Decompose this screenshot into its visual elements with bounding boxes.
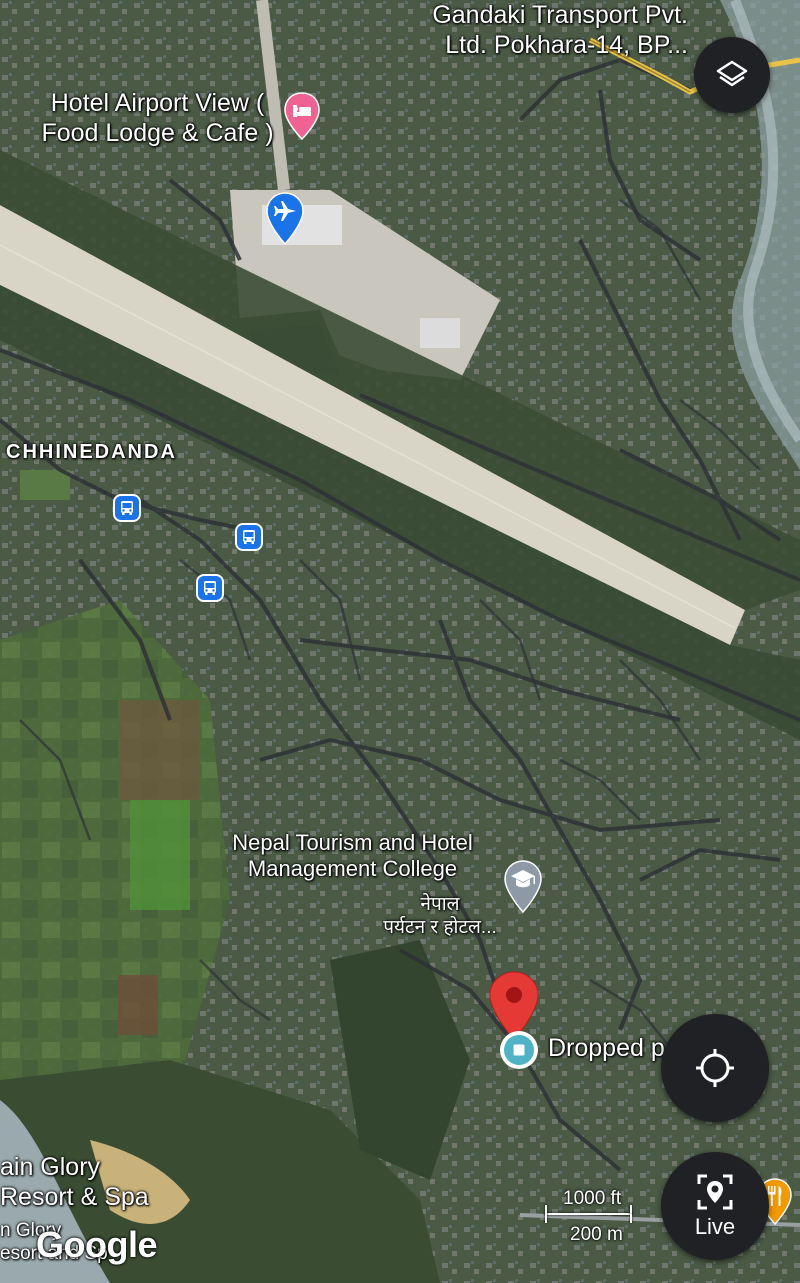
hotel-label[interactable]: Hotel Airport View ( Food Lodge & Cafe ) [30, 88, 285, 148]
college-label[interactable]: Nepal Tourism and Hotel Management Colle… [200, 830, 505, 883]
bus-stop-1[interactable] [113, 494, 141, 522]
google-logo: Google [36, 1224, 158, 1265]
scale-bar-tick-metric [630, 1214, 632, 1223]
ar-location-icon [697, 1174, 733, 1210]
transport-label-line2: Ltd. Pokhara-14, BP... [445, 31, 688, 59]
transport-label[interactable]: Gandaki Transport Pvt. Ltd. Pokhara-14, … [432, 0, 688, 60]
bus-icon [121, 501, 133, 515]
college-label-nepali-line1: नेपाल [420, 894, 460, 915]
dropped-pin-marker[interactable] [497, 1028, 541, 1072]
scale-bar-line [545, 1213, 632, 1215]
college-pin[interactable] [504, 860, 542, 914]
transport-label-line1: Gandaki Transport Pvt. [432, 1, 688, 29]
bus-icon [204, 581, 216, 595]
resort-label[interactable]: ain Glory Resort & Spa [0, 1152, 149, 1212]
dropped-pin-label[interactable]: Dropped p [548, 1033, 665, 1063]
airport-pin[interactable] [266, 192, 304, 246]
hotel-label-line2: Food Lodge & Cafe ) [41, 119, 274, 147]
resort-label-line2: Resort & Spa [0, 1183, 149, 1211]
live-view-button[interactable]: Live [661, 1152, 769, 1260]
college-label-line1: Nepal Tourism and Hotel [232, 830, 473, 855]
college-label-nepali-line2: पर्यटन र होटल... [383, 916, 497, 938]
bus-icon [243, 530, 255, 544]
college-label-nepali[interactable]: नेपाल पर्यटन र होटल... [360, 894, 520, 940]
scale-bar-tick-imperial [630, 1205, 632, 1214]
scale-bar-tick-left [545, 1205, 547, 1223]
bus-stop-2[interactable] [235, 523, 263, 551]
resort-label-line1: ain Glory [0, 1153, 101, 1181]
scale-metric: 200 m [570, 1224, 623, 1245]
layers-icon [716, 60, 748, 87]
bus-stop-3[interactable] [196, 574, 224, 602]
scale-imperial: 1000 ft [563, 1188, 622, 1209]
live-view-label: Live [694, 1214, 736, 1239]
layers-button[interactable] [694, 37, 770, 113]
area-label: CHHINEDANDA [6, 441, 177, 463]
hotel-label-line1: Hotel Airport View ( [50, 89, 265, 117]
college-label-line2: Management College [247, 856, 458, 882]
crosshair-icon [696, 1049, 734, 1087]
hotel-pin[interactable] [284, 92, 320, 140]
my-location-button[interactable] [661, 1014, 769, 1122]
